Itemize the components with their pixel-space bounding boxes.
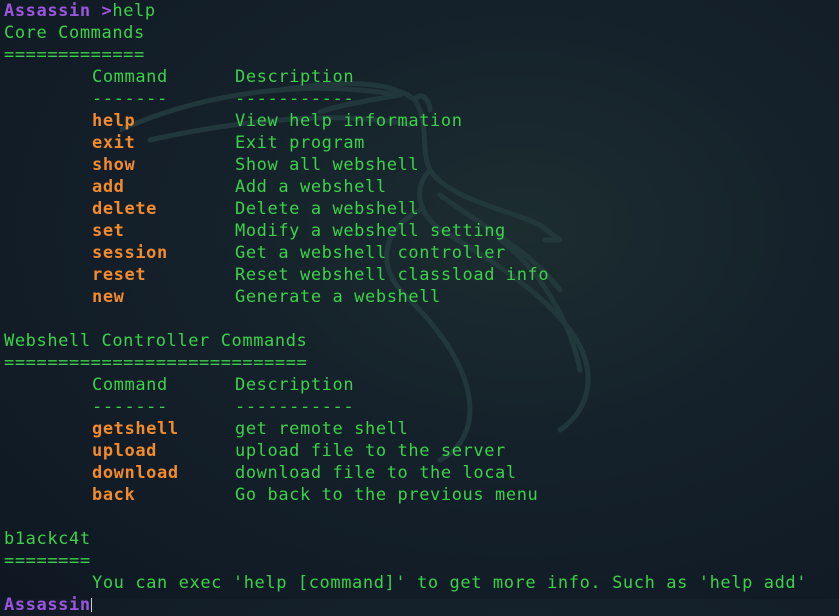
table-row: set Modify a webshell setting [4,220,839,242]
command-description: Delete a webshell [235,199,420,219]
core-commands-title: Core Commands [4,23,145,43]
command-name: upload [92,441,158,461]
command-description: download file to the local [235,463,517,483]
controller-header-command: Command [92,375,168,395]
command-name: show [92,155,136,175]
author-underline: ======== [4,551,91,571]
prompt-line: Assassin >help [4,0,839,22]
text-cursor [90,598,92,612]
command-name: back [92,485,136,505]
command-description: upload file to the server [235,441,506,461]
command-description: Add a webshell [235,177,387,197]
controller-rule-description: ----------- [235,397,355,417]
command-name: reset [92,265,147,285]
command-description: Exit program [235,133,366,153]
table-row: show Show all webshell [4,154,839,176]
command-name: session [92,243,168,263]
core-header-row: Command Description [4,66,839,88]
table-row: upload upload file to the server [4,440,839,462]
command-name: set [92,221,125,241]
table-row: add Add a webshell [4,176,839,198]
core-header-rule: ------- ----------- [4,88,839,110]
controller-rule-command: ------- [92,397,168,417]
table-row: delete Delete a webshell [4,198,839,220]
table-row: new Generate a webshell [4,286,839,308]
table-row: back Go back to the previous menu [4,484,839,506]
command-name: help [92,111,136,131]
command-description: View help information [235,111,463,131]
core-rule-description: ----------- [235,89,355,109]
author-title: b1ackc4t [4,529,91,549]
next-prompt-user: Assassin [4,595,91,615]
command-description: Modify a webshell setting [235,221,506,241]
table-row: help View help information [4,110,839,132]
command-description: Go back to the previous menu [235,485,539,505]
controller-header-rule: ------- ----------- [4,396,839,418]
controller-header-description: Description [235,375,355,395]
prompt-symbol: > [90,1,113,21]
table-row: download download file to the local [4,462,839,484]
table-row: reset Reset webshell classload info [4,264,839,286]
core-commands-underline: ============= [4,45,145,65]
command-name: new [92,287,125,307]
command-description: Show all webshell [235,155,420,175]
controller-commands-underline: ============================ [4,353,308,373]
table-row: exit Exit program [4,132,839,154]
core-header-command: Command [92,67,168,87]
command-description: Generate a webshell [235,287,441,307]
core-header-description: Description [235,67,355,87]
controller-commands-title: Webshell Controller Commands [4,331,308,351]
controller-header-row: Command Description [4,374,839,396]
command-description: Reset webshell classload info [235,265,550,285]
table-row: getshell get remote shell [4,418,839,440]
command-description: Get a webshell controller [235,243,506,263]
command-description: get remote shell [235,419,409,439]
next-prompt-line[interactable]: Assassin [4,594,839,616]
command-name: exit [92,133,136,153]
command-name: add [92,177,125,197]
help-note: You can exec 'help [command]' to get mor… [4,572,839,594]
command-name: getshell [92,419,179,439]
prompt-user: Assassin [4,1,91,21]
core-rule-command: ------- [92,89,168,109]
command-name: download [92,463,179,483]
entered-command: help [112,1,156,21]
command-name: delete [92,199,158,219]
terminal-output[interactable]: Assassin >help Core Commands ===========… [4,0,839,616]
table-row: session Get a webshell controller [4,242,839,264]
help-note-text: You can exec 'help [command]' to get mor… [92,573,808,593]
